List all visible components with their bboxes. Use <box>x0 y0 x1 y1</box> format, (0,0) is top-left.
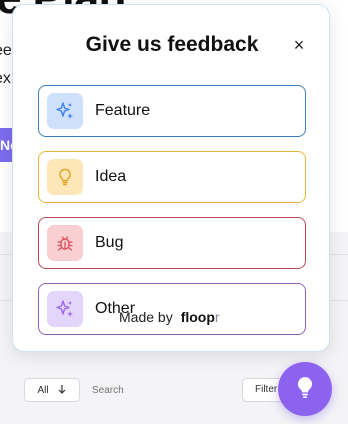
filter-all-dropdown[interactable]: All <box>24 378 80 402</box>
option-bug[interactable]: Bug <box>38 217 306 269</box>
option-idea[interactable]: Idea <box>38 151 306 203</box>
lightbulb-icon <box>47 159 83 195</box>
option-label: Idea <box>95 168 127 185</box>
feedback-panel: Give us feedback × Feature Idea Bug Othe… <box>12 4 330 352</box>
arrow-down-icon <box>57 384 67 397</box>
sparkles-icon <box>47 93 83 129</box>
brand-tail: r <box>214 309 220 325</box>
background-text-line: ex <box>0 70 11 87</box>
search-input[interactable] <box>88 378 236 402</box>
lightbulb-icon <box>292 374 318 405</box>
option-feature[interactable]: Feature <box>38 85 306 137</box>
option-label: Bug <box>95 234 124 251</box>
bug-icon <box>47 225 83 261</box>
panel-title: Give us feedback <box>85 33 259 56</box>
made-by-text: Made by <box>119 309 173 325</box>
all-label: All <box>37 384 49 396</box>
background-text-line: ee <box>0 42 12 59</box>
list-toolbar: All <box>24 378 236 402</box>
close-button[interactable]: × <box>289 35 309 55</box>
brand-main: floop <box>180 309 215 325</box>
feedback-launcher-button[interactable] <box>278 362 332 416</box>
brand-logo: floopr <box>181 309 220 325</box>
option-label: Feature <box>95 102 151 119</box>
made-by-credit[interactable]: Made by floopr <box>119 309 220 325</box>
sparkles-icon <box>47 291 83 327</box>
